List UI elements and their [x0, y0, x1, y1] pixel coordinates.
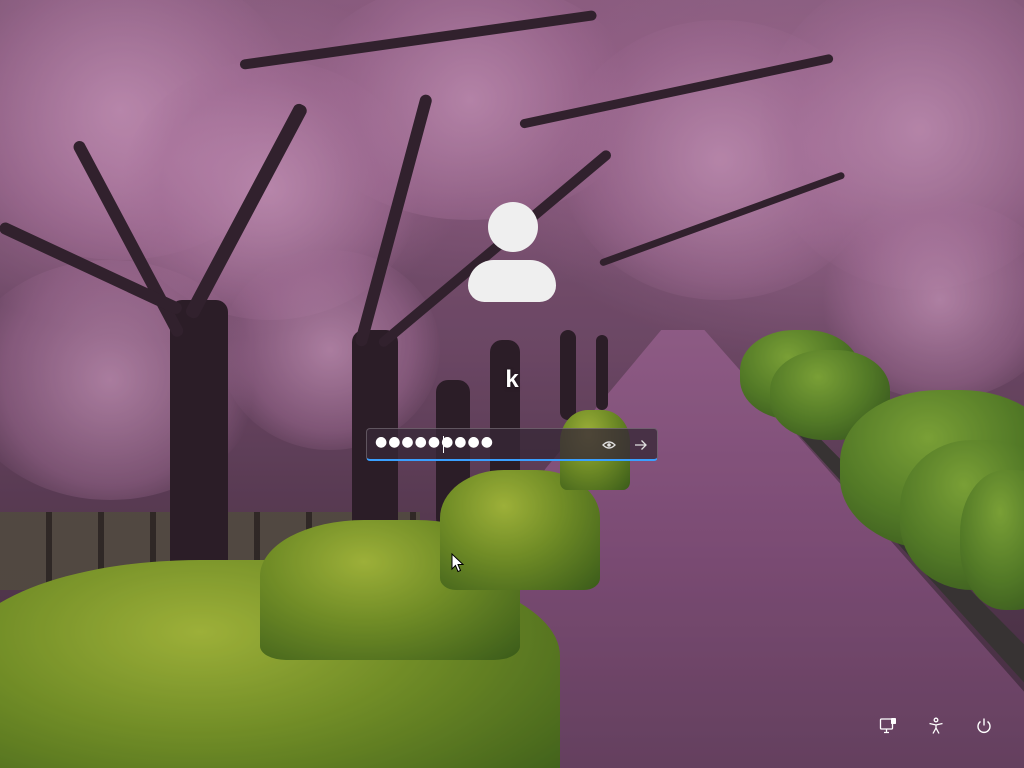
pointer-icon: [451, 552, 465, 573]
power-button[interactable]: [972, 714, 996, 738]
accessibility-icon: [929, 717, 943, 734]
power-icon: [977, 718, 991, 733]
reveal-password-button[interactable]: [599, 435, 619, 455]
arrow-right-icon: [635, 440, 647, 450]
mouse-cursor: [451, 552, 465, 578]
avatar-body: [468, 260, 556, 302]
avatar-head: [488, 202, 538, 252]
accessibility-button[interactable]: [924, 714, 948, 738]
user-avatar: [468, 202, 556, 302]
username-label: k: [505, 366, 519, 393]
password-field[interactable]: ●●●●●●●●●: [366, 428, 658, 461]
eye-icon: [602, 441, 616, 449]
network-icon: [879, 718, 896, 734]
network-button[interactable]: [876, 714, 900, 738]
password-masked-text: ●●●●●●●●●: [375, 434, 494, 450]
system-tray: [876, 714, 996, 738]
submit-button[interactable]: [629, 433, 653, 457]
text-caret: [443, 436, 444, 453]
